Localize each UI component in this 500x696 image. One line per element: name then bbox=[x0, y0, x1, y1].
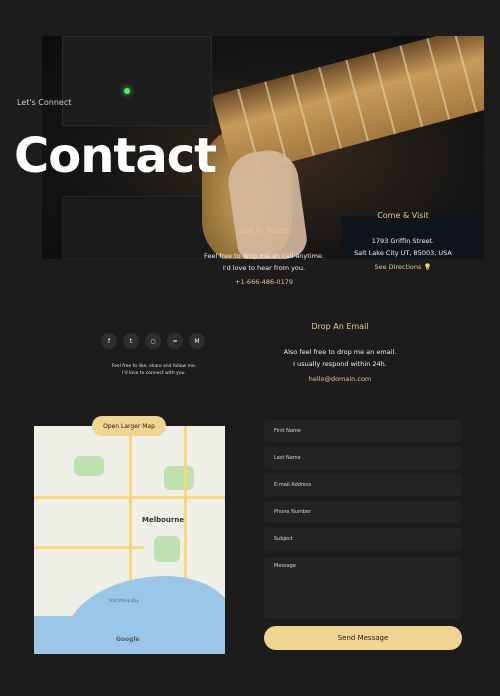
map-park bbox=[164, 466, 194, 490]
amplifier-shape bbox=[62, 36, 212, 126]
subject-input[interactable]: Subject bbox=[264, 528, 462, 550]
map-road bbox=[34, 546, 144, 549]
email-heading: Drop An Email bbox=[311, 322, 369, 331]
touch-heading: Get In Touch bbox=[239, 226, 289, 235]
map-city-label: Melbourne bbox=[142, 516, 185, 524]
visit-text: 1793 Griffin Street. Salt Lake City UT, … bbox=[350, 235, 456, 259]
visit-heading: Come & Visit bbox=[377, 211, 429, 220]
lightbulb-icon: 💡 bbox=[423, 263, 432, 271]
first-name-input[interactable]: First Name bbox=[264, 420, 462, 442]
follow-line-2: I'd love to connect with you. bbox=[122, 371, 186, 376]
last-name-input[interactable]: Last Name bbox=[264, 447, 462, 469]
touch-line-2: I'd love to hear from you. bbox=[222, 264, 306, 272]
spotify-icon[interactable]: ≈ bbox=[167, 333, 183, 349]
message-textarea[interactable]: Message bbox=[264, 557, 462, 619]
bandcamp-icon[interactable]: M bbox=[189, 333, 205, 349]
follow-line-1: Feel free to like, share and follow me. bbox=[111, 364, 197, 369]
send-message-button[interactable]: Send Message bbox=[264, 626, 462, 650]
led-light bbox=[124, 88, 130, 94]
touch-line-1: Feel free to drop me an call anytime. bbox=[203, 252, 325, 260]
directions-link[interactable]: See Directions 💡 bbox=[350, 263, 456, 271]
page-eyebrow: Let's Connect bbox=[17, 98, 72, 107]
map-embed[interactable]: Melbourne Port Phillip Bay Google bbox=[34, 426, 225, 654]
address-line-1: 1793 Griffin Street. bbox=[371, 237, 435, 245]
map-bay-label: Port Phillip Bay bbox=[109, 598, 139, 603]
email-line-1: Also feel free to drop me an email. bbox=[283, 348, 397, 356]
email-input[interactable]: E-mail Address bbox=[264, 474, 462, 496]
map-road bbox=[129, 426, 132, 586]
follow-text: Feel free to like, share and follow me. … bbox=[104, 363, 204, 377]
map-water bbox=[34, 616, 94, 654]
email-link[interactable]: hello@domain.com bbox=[290, 375, 390, 383]
email-line-2: I usually respond within 24h. bbox=[293, 360, 387, 368]
touch-text: Feel free to drop me an call anytime. I'… bbox=[196, 250, 332, 274]
top-bar bbox=[0, 0, 500, 36]
email-text: Also feel free to drop me an email. I us… bbox=[280, 346, 400, 370]
open-larger-map-button[interactable]: Open Larger Map bbox=[92, 416, 166, 436]
social-links: f t ○ ≈ M bbox=[101, 333, 205, 349]
phone-input[interactable]: Phone Number bbox=[264, 501, 462, 523]
facebook-icon[interactable]: f bbox=[101, 333, 117, 349]
address-line-2: Salt Lake City UT, 85003, USA bbox=[354, 249, 452, 257]
map-park bbox=[74, 456, 104, 476]
google-logo: Google bbox=[116, 636, 140, 643]
hand-shape bbox=[224, 146, 310, 259]
map-park bbox=[154, 536, 180, 562]
page-title: Contact bbox=[14, 128, 217, 184]
instagram-icon[interactable]: ○ bbox=[145, 333, 161, 349]
twitter-icon[interactable]: t bbox=[123, 333, 139, 349]
directions-link-label: See Directions bbox=[374, 263, 422, 271]
phone-link[interactable]: +1-666-486-0179 bbox=[196, 278, 332, 286]
